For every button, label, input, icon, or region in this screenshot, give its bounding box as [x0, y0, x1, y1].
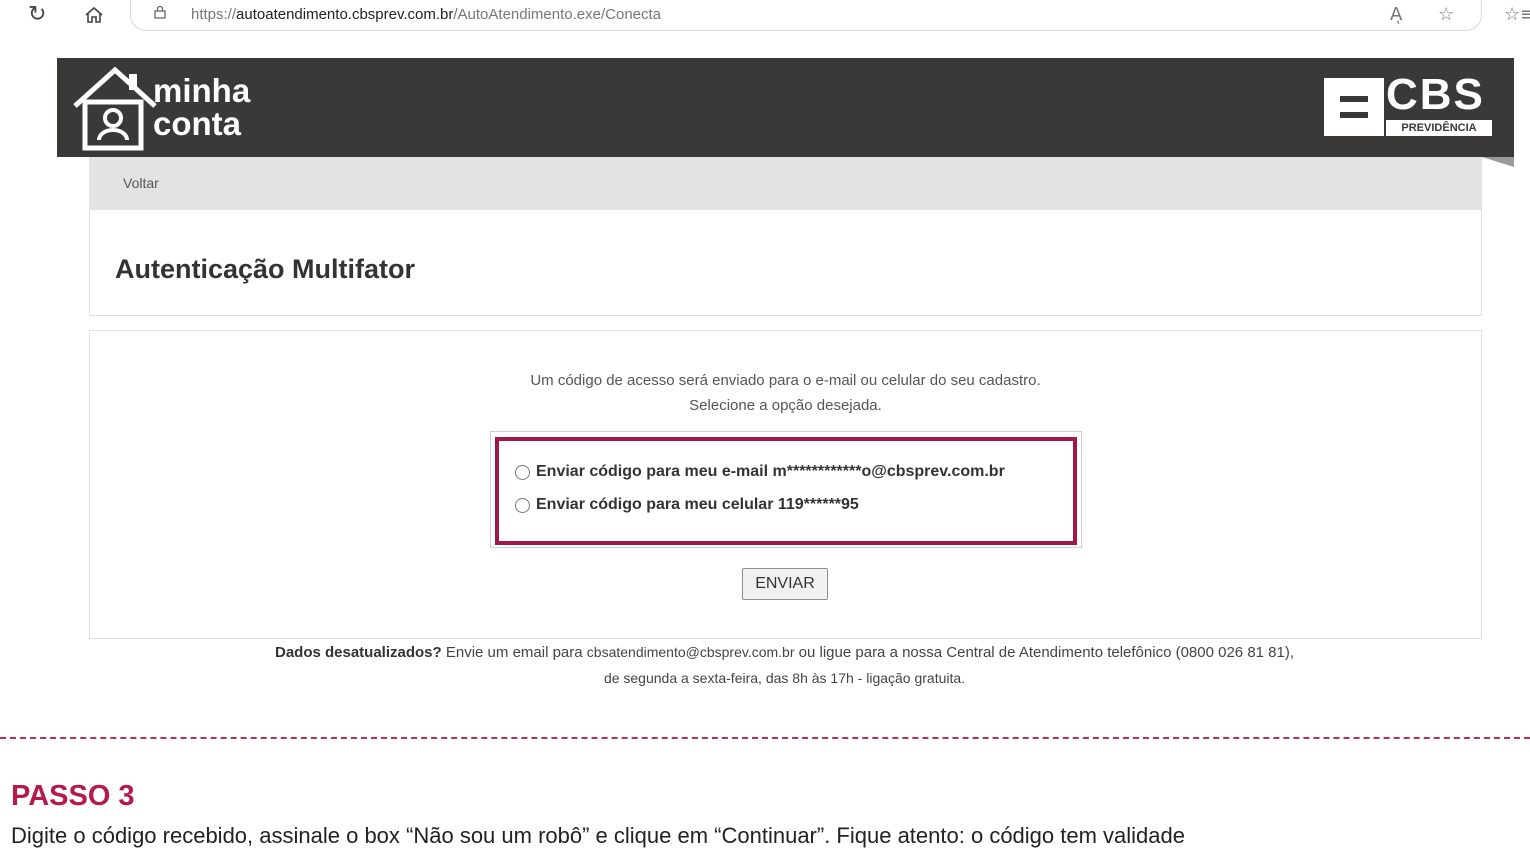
- brand-sub: PREVIDÊNCIA: [1386, 120, 1492, 136]
- send-button[interactable]: ENVIAR: [742, 568, 828, 600]
- back-bar: Voltar: [89, 157, 1482, 210]
- footer-note-line1: Dados desatualizados? Envie um email par…: [89, 644, 1480, 661]
- page-title: Autenticação Multifator: [115, 254, 416, 284]
- radio-email[interactable]: [515, 464, 530, 480]
- brand-name: CBS: [1386, 70, 1485, 119]
- title-panel: Autenticação Multifator: [89, 210, 1482, 316]
- address-bar[interactable]: https://autoatendimento.cbsprev.com.br/A…: [130, 0, 1482, 31]
- logo-wordmark: minha conta: [153, 72, 251, 142]
- favorite-star-icon[interactable]: ☆: [1438, 4, 1454, 25]
- info-text-line1: Um código de acesso será enviado para o …: [530, 372, 1041, 389]
- option-email[interactable]: Enviar código para meu e-mail m*********…: [515, 461, 1005, 483]
- highlight-box: [495, 437, 1077, 545]
- favorites-list-icon[interactable]: ☆≡: [1504, 4, 1530, 25]
- cbs-emblem-icon: [1324, 78, 1384, 136]
- mfa-panel: Um código de acesso será enviado para o …: [89, 330, 1482, 639]
- delivery-options: Enviar código para meu e-mail m*********…: [490, 431, 1082, 548]
- footer-lead: Dados desatualizados?: [274, 644, 442, 661]
- footer-note-line2: de segunda a sexta-feira, das 8h às 17h …: [603, 670, 966, 686]
- step-text: Digite o código recebido, assinale o box…: [11, 823, 1185, 848]
- app-header: minha conta CBS PREVIDÊNCIA: [57, 58, 1514, 157]
- lock-icon[interactable]: [153, 5, 167, 19]
- reload-icon[interactable]: ↻: [28, 3, 46, 27]
- back-link[interactable]: Voltar: [123, 175, 159, 191]
- section-divider: [0, 737, 1530, 739]
- read-aloud-icon[interactable]: Aͅ: [1390, 4, 1402, 25]
- info-text-line2: Selecione a opção desejada.: [689, 397, 882, 414]
- footer-email-link[interactable]: cbsatendimento@cbsprev.com.br: [587, 644, 795, 660]
- option-email-label: Enviar código para meu e-mail m*********…: [536, 463, 1005, 480]
- footer-text-b: ou ligue para a nossa Central de Atendim…: [794, 644, 1295, 661]
- footer-text-a: Envie um email para: [441, 644, 587, 661]
- option-phone[interactable]: Enviar código para meu celular 119******…: [515, 494, 859, 516]
- browser-toolbar: ↻ https://autoatendimento.cbsprev.com.br…: [0, 0, 1530, 34]
- home-icon[interactable]: [84, 6, 104, 24]
- cbs-previdencia-logo[interactable]: CBS PREVIDÊNCIA: [1322, 70, 1494, 138]
- header-fold: [1482, 157, 1514, 167]
- step-title: PASSO 3: [11, 780, 135, 812]
- url-text[interactable]: https://autoatendimento.cbsprev.com.br/A…: [191, 6, 661, 23]
- radio-phone[interactable]: [515, 497, 530, 513]
- option-phone-label: Enviar código para meu celular 119******…: [536, 496, 859, 513]
